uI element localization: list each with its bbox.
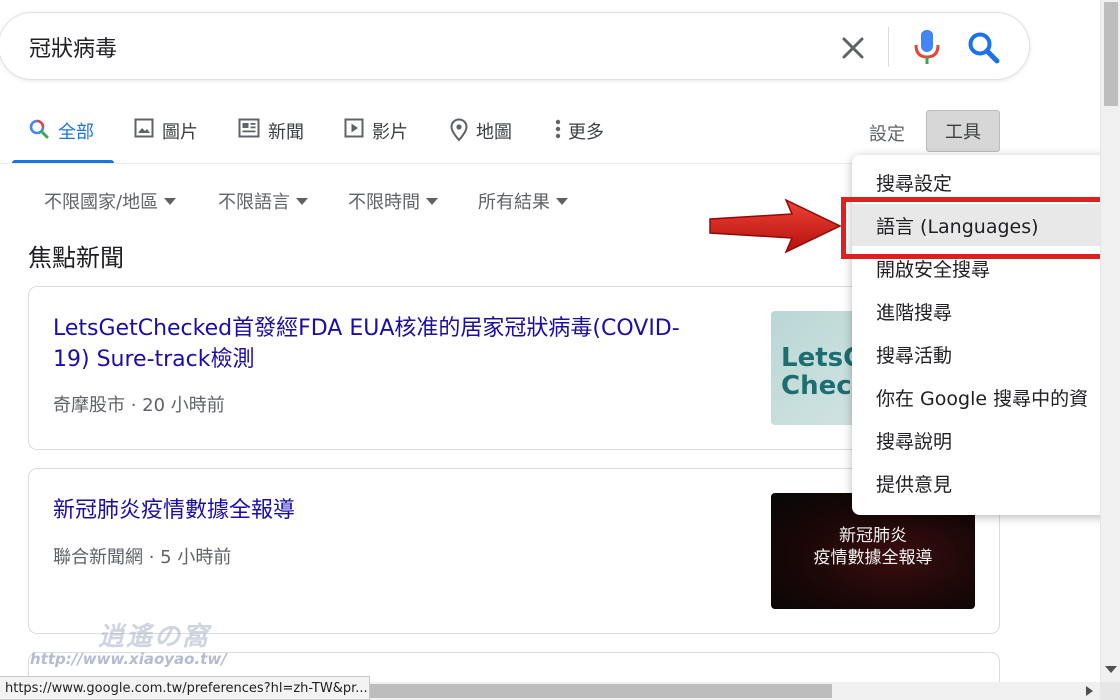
tab-news[interactable]: 新聞 [238,108,304,164]
filter-language-label: 不限語言 [218,192,290,213]
menu-item-your-data[interactable]: 你在 Google 搜尋中的資 [852,376,1112,418]
caret-down-icon [556,197,568,205]
news-meta: 聯合新聞網 · 5 小時前 [53,547,232,568]
tab-videos[interactable]: 影片 [344,108,408,164]
menu-item-safe-search[interactable]: 開啟安全搜尋 [852,247,1112,289]
news-title-line: 新冠肺炎疫情數據全報導 [53,498,296,523]
scroll-down-arrow-icon[interactable] [1105,666,1117,673]
scroll-right-arrow-icon[interactable] [1086,686,1093,696]
tab-more[interactable]: 更多 [554,108,604,164]
tab-all[interactable]: 全部 [12,108,114,164]
tab-all-label: 全部 [58,122,94,143]
filter-language[interactable]: 不限語言 [218,188,308,214]
filter-region[interactable]: 不限國家/地區 [44,188,177,214]
filter-region-label: 不限國家/地區 [44,192,159,213]
caret-down-icon [164,197,177,205]
filter-results-label: 所有結果 [478,192,550,213]
tab-images[interactable]: 圖片 [134,108,198,164]
settings-link[interactable]: 設定 [869,120,905,146]
filter-results[interactable]: 所有結果 [478,188,568,214]
tab-maps-label: 地圖 [476,122,512,143]
menu-item-languages[interactable]: 語言 (Languages) [852,204,1112,246]
news-time: 20 小時前 [142,395,225,416]
menu-item-advanced-search[interactable]: 進階搜尋 [852,290,1112,332]
filter-time-label: 不限時間 [348,192,420,213]
tab-news-label: 新聞 [268,122,304,143]
video-icon [344,118,364,138]
news-source: 聯合新聞網 [53,547,143,568]
news-title[interactable]: LetsGetChecked首發經FDA EUA核准的居家冠狀病毒(COVID-… [53,313,680,375]
search-box [0,12,1030,80]
search-icon [29,119,49,139]
top-stories-heading: 焦點新聞 [28,244,124,272]
menu-item-search-help[interactable]: 搜尋說明 [852,419,1112,461]
more-vert-icon [555,119,561,139]
news-icon [238,118,260,138]
map-pin-icon [450,118,468,142]
close-icon [842,37,864,59]
search-button[interactable] [965,29,1003,67]
tab-videos-label: 影片 [372,122,408,143]
vertical-scrollbar-thumb[interactable] [1104,2,1118,106]
tab-more-label: 更多 [568,122,604,143]
caret-down-icon [426,197,438,205]
watermark-url: http://www.xiaoyao.tw/ [30,650,227,668]
news-title-line: 19) Sure-track檢測 [53,347,255,372]
news-meta: 奇摩股市 · 20 小時前 [53,395,225,416]
search-divider [888,27,889,67]
horizontal-scrollbar-thumb[interactable] [370,684,832,698]
filter-time[interactable]: 不限時間 [348,188,438,214]
voice-search-button[interactable] [909,27,945,67]
search-input[interactable] [29,27,809,67]
image-icon [134,118,154,138]
menu-item-search-settings[interactable]: 搜尋設定 [852,161,1112,203]
tab-maps[interactable]: 地圖 [450,108,512,164]
watermark: 逍遙の窩 http://www.xiaoyao.tw/ [26,612,276,670]
status-bar-url: https://www.google.com.tw/preferences?hl… [0,676,370,700]
clear-search-button[interactable] [837,32,869,64]
news-title-line: LetsGetChecked首發經FDA EUA核准的居家冠狀病毒(COVID- [53,316,680,341]
vertical-scrollbar[interactable] [1100,0,1120,682]
menu-item-search-activity[interactable]: 搜尋活動 [852,333,1112,375]
news-source: 奇摩股市 [53,395,125,416]
tools-button[interactable]: 工具 [926,110,1000,152]
menu-item-send-feedback[interactable]: 提供意見 [852,462,1112,504]
news-title[interactable]: 新冠肺炎疫情數據全報導 [53,495,295,526]
red-arrow-icon [709,198,842,254]
thumbnail-text: 疫情數據全報導 [813,548,933,568]
tab-images-label: 圖片 [162,122,198,143]
caret-down-icon [296,197,308,205]
news-time: 5 小時前 [160,547,232,568]
horizontal-scrollbar[interactable] [370,682,1100,700]
watermark-logo: 逍遙の窩 [98,622,211,652]
scrollbar-corner [1100,682,1120,700]
search-icon [968,32,1000,64]
microphone-icon [914,30,940,64]
tools-dropdown-menu: 搜尋設定 語言 (Languages) 開啟安全搜尋 進階搜尋 搜尋活動 你在 … [852,155,1112,515]
